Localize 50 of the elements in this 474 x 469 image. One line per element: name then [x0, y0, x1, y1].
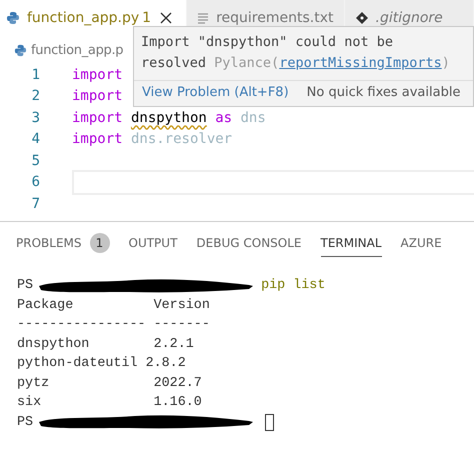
line-number: 7 [30, 196, 41, 212]
tab-label: function_app.py [27, 10, 140, 26]
line-number: 1 [30, 66, 41, 83]
code-token: dnspython [130, 110, 207, 126]
line-number: 4 [30, 131, 41, 148]
panel-tab-label: AZURE [400, 236, 442, 250]
panel-tab-label: PROBLEMS [16, 236, 82, 250]
terminal-output: python-dateutil 2.8.2 [17, 356, 186, 372]
view-problem-link[interactable]: View Problem (Alt+F8) [142, 85, 289, 100]
code-token: as [215, 110, 232, 126]
breadcrumb-item[interactable]: function_app.p [31, 42, 124, 58]
problem-count: 1 [90, 232, 110, 252]
panel-tab[interactable]: TERMINAL [320, 229, 382, 257]
panel-tab[interactable]: OUTPUT [128, 229, 178, 257]
code-token: import [72, 88, 123, 104]
panel-tab-label: TERMINAL [320, 236, 382, 250]
python-icon [6, 11, 20, 25]
lines-icon [197, 12, 210, 24]
panel-tab[interactable]: DEBUG CONSOLE [196, 229, 302, 257]
panel-tab[interactable]: AZURE [400, 229, 442, 257]
terminal-output: pytz 2022.7 [17, 376, 202, 391]
rule-link[interactable]: reportMissingImports [279, 55, 442, 71]
line-number: 3 [30, 110, 41, 126]
close-icon[interactable] [160, 12, 172, 24]
problem-count: 1 [142, 10, 152, 26]
quick-fix-note: No quick fixes available [306, 85, 460, 100]
line-number: 2 [30, 88, 41, 104]
tab-label: .gitignore [376, 10, 443, 26]
code-token: dns.resolver [130, 131, 232, 148]
terminal-command: pip list [261, 278, 326, 294]
prompt-text: PS [17, 414, 34, 430]
code-token: dns [240, 110, 266, 126]
panel-tab-label: OUTPUT [128, 236, 178, 250]
code-token: import [72, 131, 123, 148]
terminal-output: six 1.16.0 [17, 395, 202, 410]
python-icon [14, 44, 27, 56]
panel-tab-label: DEBUG CONSOLE [196, 236, 302, 250]
terminal-output: ---------------- ------- [17, 317, 210, 332]
terminal-output: dnspython 2.2.1 [17, 336, 194, 352]
terminal-output: Package Version [17, 298, 210, 313]
line-number: 6 [30, 174, 41, 190]
tab-label: requirements.txt [216, 10, 334, 26]
code-token: import [72, 110, 123, 126]
panel-tab[interactable]: PROBLEMS 1 [16, 229, 110, 257]
line-number: 5 [30, 152, 41, 169]
code-token: import [72, 66, 123, 83]
prompt-text: PS [17, 278, 34, 294]
problem-message: Import "dnspython" could not be resolved Pylance(reportMissingImports) [140, 33, 451, 73]
diamond-icon [354, 11, 368, 25]
editor-tab[interactable]: function_app.py 1 [0, 0, 188, 36]
